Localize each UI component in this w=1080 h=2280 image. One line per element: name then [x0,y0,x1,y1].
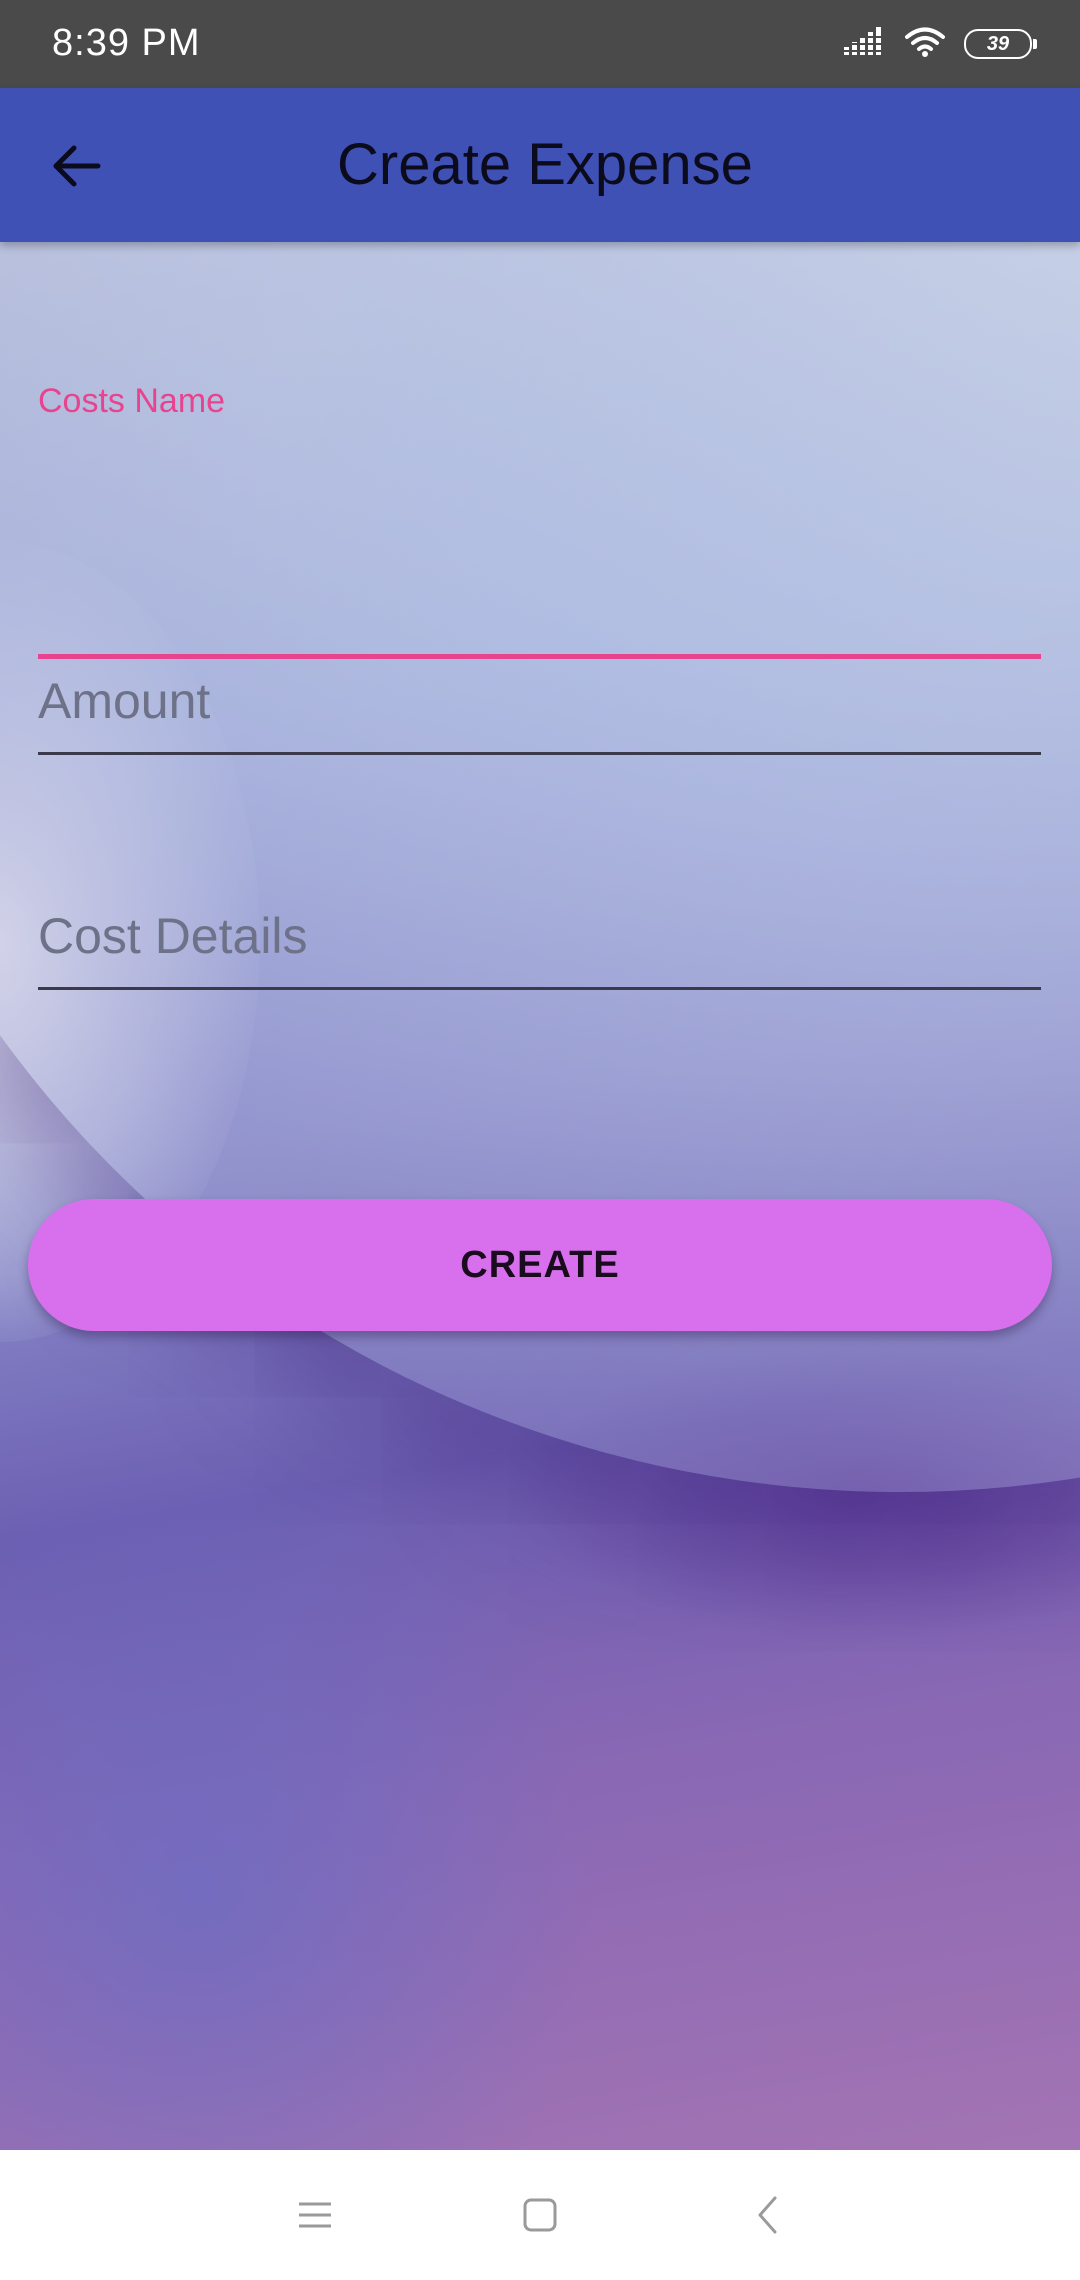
background-shade [0,1442,600,2150]
cost-details-underline [38,987,1041,990]
cost-details-placeholder: Cost Details [38,908,308,964]
menu-icon [299,2202,331,2228]
battery-icon: 39 [964,29,1037,59]
screen: 8:39 PM 39 Create Expense Costs Name Amo… [0,0,1080,2280]
home-button[interactable] [510,2185,570,2245]
system-nav-bar [0,2150,1080,2280]
page-title: Create Expense [337,132,753,197]
content-area: Costs Name Amount Cost Details CREATE [0,242,1080,2150]
create-button[interactable]: CREATE [28,1199,1052,1331]
amount-underline [38,752,1041,755]
home-icon [523,2198,557,2232]
status-time: 8:39 PM [52,22,201,64]
back-button[interactable] [40,130,112,202]
recents-button[interactable] [285,2185,345,2245]
signal-icon [842,26,886,62]
amount-placeholder: Amount [38,673,211,729]
back-icon [758,2196,777,2234]
wifi-icon [904,26,946,63]
app-bar: Create Expense [0,88,1080,242]
costs-name-input[interactable] [38,437,1041,497]
costs-name-underline [38,654,1041,659]
status-icons: 39 [842,24,1037,64]
arrow-left-icon [53,145,101,187]
costs-name-field[interactable]: Costs Name [38,382,1041,659]
system-back-button[interactable] [737,2185,797,2245]
amount-field[interactable]: Amount [38,672,1041,782]
costs-name-label: Costs Name [38,382,226,420]
cost-details-field[interactable]: Cost Details [38,907,1041,1017]
status-bar: 8:39 PM 39 [0,0,1080,88]
